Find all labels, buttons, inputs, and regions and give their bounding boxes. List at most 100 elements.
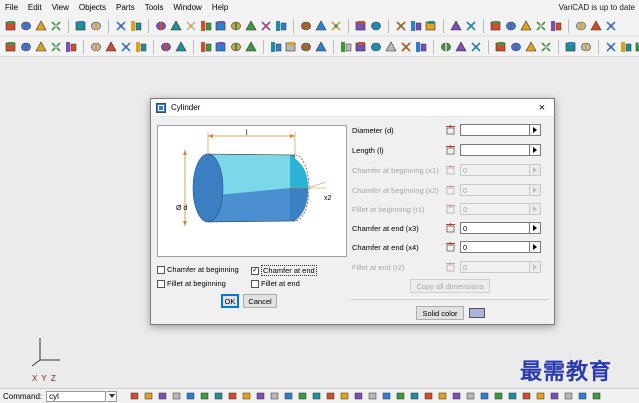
- modify-tool-36-button[interactable]: [634, 40, 639, 54]
- modify-tool-17-button[interactable]: [299, 40, 313, 54]
- main-tool-22-button[interactable]: [394, 19, 408, 33]
- status-tool-6-button[interactable]: [212, 390, 225, 402]
- status-tool-5-button[interactable]: [198, 390, 211, 402]
- main-tool-23-button[interactable]: [409, 19, 423, 33]
- command-dropdown-button[interactable]: [107, 390, 118, 402]
- fillet-at-beginning-checkbox[interactable]: Fillet at beginning: [157, 279, 226, 288]
- fillet-at-end-checkbox[interactable]: Fillet at end: [251, 279, 300, 288]
- modify-tool-30-button[interactable]: [524, 40, 538, 54]
- modify-tool-28-button[interactable]: [494, 40, 508, 54]
- status-tool-18-button[interactable]: [380, 390, 393, 402]
- main-tool-18-button[interactable]: [314, 19, 328, 33]
- main-tool-2-button[interactable]: [34, 19, 48, 33]
- main-tool-8-button[interactable]: [154, 19, 168, 33]
- main-tool-1-button[interactable]: [19, 19, 33, 33]
- dimension-field-input[interactable]: [460, 124, 530, 136]
- status-tool-21-button[interactable]: [422, 390, 435, 402]
- dimension-field-input[interactable]: [460, 241, 530, 253]
- field-arrow-button[interactable]: [530, 124, 541, 136]
- status-tool-17-button[interactable]: [366, 390, 379, 402]
- modify-tool-33-button[interactable]: [579, 40, 593, 54]
- status-tool-2-button[interactable]: [156, 390, 169, 402]
- modify-tool-5-button[interactable]: [89, 40, 103, 54]
- modify-tool-21-button[interactable]: [369, 40, 383, 54]
- dimension-field-input[interactable]: [460, 144, 530, 156]
- menu-window[interactable]: Window: [168, 0, 206, 16]
- modify-tool-13-button[interactable]: [229, 40, 243, 54]
- field-arrow-button[interactable]: [530, 144, 541, 156]
- modify-tool-24-button[interactable]: [414, 40, 428, 54]
- chamfer-at-beginning-checkbox[interactable]: Chamfer at beginning: [157, 265, 239, 274]
- main-tool-24-button[interactable]: [424, 19, 438, 33]
- cancel-button[interactable]: Cancel: [243, 294, 277, 308]
- modify-tool-7-button[interactable]: [119, 40, 133, 54]
- main-tool-20-button[interactable]: [354, 19, 368, 33]
- modify-tool-4-button[interactable]: [64, 40, 78, 54]
- menu-tools[interactable]: Tools: [140, 0, 169, 16]
- modify-tool-27-button[interactable]: [469, 40, 483, 54]
- main-tool-34-button[interactable]: [604, 19, 618, 33]
- status-tool-12-button[interactable]: [296, 390, 309, 402]
- status-tool-10-button[interactable]: [268, 390, 281, 402]
- modify-tool-9-button[interactable]: [159, 40, 173, 54]
- modify-tool-12-button[interactable]: [214, 40, 228, 54]
- modify-tool-1-button[interactable]: [19, 40, 33, 54]
- main-tool-10-button[interactable]: [184, 19, 198, 33]
- modify-tool-32-button[interactable]: [564, 40, 578, 54]
- main-tool-29-button[interactable]: [519, 19, 533, 33]
- main-tool-27-button[interactable]: [489, 19, 503, 33]
- main-tool-4-button[interactable]: [74, 19, 88, 33]
- modify-tool-29-button[interactable]: [509, 40, 523, 54]
- solid-color-button[interactable]: Solid color: [416, 306, 464, 320]
- modify-tool-19-button[interactable]: [339, 40, 353, 54]
- status-tool-19-button[interactable]: [394, 390, 407, 402]
- main-tool-12-button[interactable]: [214, 19, 228, 33]
- status-tool-9-button[interactable]: [254, 390, 267, 402]
- menu-view[interactable]: View: [47, 0, 74, 16]
- dialog-titlebar[interactable]: Cylinder: [151, 99, 554, 117]
- main-tool-32-button[interactable]: [574, 19, 588, 33]
- field-arrow-button[interactable]: [530, 241, 541, 253]
- modify-tool-8-button[interactable]: [134, 40, 148, 54]
- field-arrow-button[interactable]: [530, 261, 541, 273]
- status-tool-28-button[interactable]: [520, 390, 533, 402]
- status-tool-25-button[interactable]: [478, 390, 491, 402]
- main-tool-0-button[interactable]: [4, 19, 18, 33]
- status-tool-11-button[interactable]: [282, 390, 295, 402]
- modify-tool-3-button[interactable]: [49, 40, 63, 54]
- main-tool-6-button[interactable]: [114, 19, 128, 33]
- main-tool-31-button[interactable]: [549, 19, 563, 33]
- status-tool-14-button[interactable]: [324, 390, 337, 402]
- main-tool-7-button[interactable]: [129, 19, 143, 33]
- modify-tool-22-button[interactable]: [384, 40, 398, 54]
- modify-tool-18-button[interactable]: [314, 40, 328, 54]
- status-tool-1-button[interactable]: [142, 390, 155, 402]
- modify-tool-34-button[interactable]: [604, 40, 618, 54]
- main-tool-19-button[interactable]: [329, 19, 343, 33]
- chamfer-at-end-checkbox[interactable]: ✓ Chamfer at end: [251, 265, 317, 276]
- modify-tool-6-button[interactable]: [104, 40, 118, 54]
- modify-tool-20-button[interactable]: [354, 40, 368, 54]
- status-tool-32-button[interactable]: [576, 390, 589, 402]
- status-tool-20-button[interactable]: [408, 390, 421, 402]
- status-tool-0-button[interactable]: [128, 390, 141, 402]
- dimension-field-input[interactable]: [460, 222, 530, 234]
- menu-file[interactable]: File: [0, 0, 23, 16]
- main-tool-28-button[interactable]: [504, 19, 518, 33]
- modify-tool-14-button[interactable]: [244, 40, 258, 54]
- status-tool-23-button[interactable]: [450, 390, 463, 402]
- modify-tool-31-button[interactable]: [539, 40, 553, 54]
- dimension-field-input[interactable]: [460, 203, 530, 215]
- command-input[interactable]: [46, 390, 107, 402]
- status-tool-22-button[interactable]: [436, 390, 449, 402]
- status-tool-8-button[interactable]: [240, 390, 253, 402]
- main-tool-3-button[interactable]: [49, 19, 63, 33]
- field-arrow-button[interactable]: [530, 203, 541, 215]
- menu-parts[interactable]: Parts: [111, 0, 140, 16]
- main-tool-26-button[interactable]: [464, 19, 478, 33]
- solid-color-swatch[interactable]: [469, 308, 485, 318]
- status-tool-27-button[interactable]: [506, 390, 519, 402]
- modify-tool-15-button[interactable]: [269, 40, 283, 54]
- status-tool-31-button[interactable]: [562, 390, 575, 402]
- field-arrow-button[interactable]: [530, 222, 541, 234]
